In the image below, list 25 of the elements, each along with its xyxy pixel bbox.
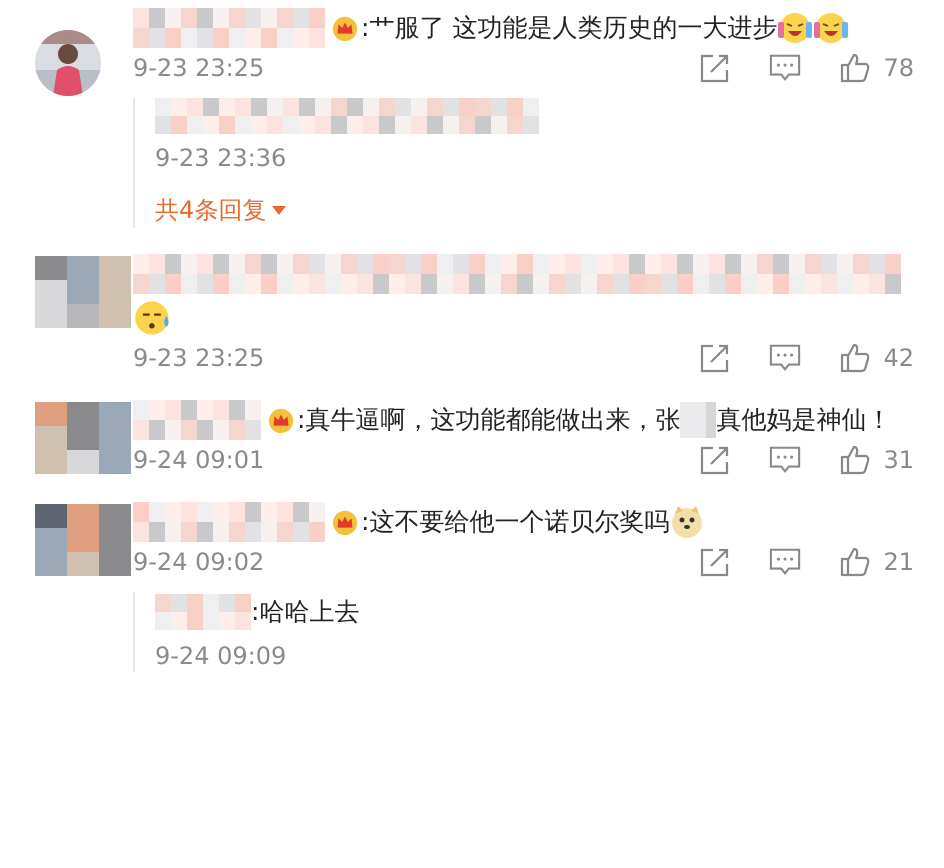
- reply-time: 9-24 09:09: [155, 642, 288, 670]
- laughing-emoji-icon: [777, 10, 814, 46]
- comment-text: :这不要给他一个诺贝尔奖吗: [361, 506, 670, 538]
- comment-time: 9-24 09:01: [133, 446, 264, 474]
- like-count: 31: [883, 446, 914, 474]
- caret-icon: [272, 206, 286, 214]
- like-icon[interactable]: [839, 546, 872, 578]
- comment-text: :真牛逼啊，这功能都能做出来，张: [297, 404, 680, 436]
- reply-time: 9-23 23:36: [155, 144, 288, 172]
- comment-time: 9-23 23:25: [133, 344, 264, 372]
- like-icon[interactable]: [839, 342, 872, 374]
- like-icon[interactable]: [839, 444, 872, 476]
- like-count: 42: [883, 344, 914, 372]
- reply-text: :哈哈上去: [251, 596, 360, 628]
- comment-time: 9-24 09:02: [133, 548, 264, 576]
- like-count: 78: [883, 54, 914, 82]
- like-icon[interactable]: [839, 52, 872, 84]
- laughing-emoji-icon: [813, 10, 850, 46]
- more-replies-link[interactable]: 共4条回复: [155, 194, 286, 226]
- comment-time: 9-23 23:25: [133, 54, 264, 82]
- comment-text: 真他妈是神: [716, 404, 842, 436]
- comment-text: :艹服了 这功能是人类历史的一大进步: [361, 12, 778, 44]
- like-count: 21: [883, 548, 914, 576]
- blurred-text-drawing: [680, 402, 716, 438]
- comment-text: 仙！: [841, 404, 892, 436]
